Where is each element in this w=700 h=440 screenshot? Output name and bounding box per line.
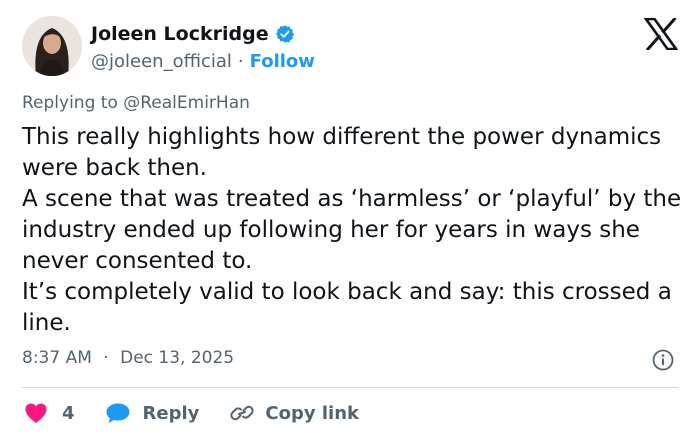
reply-button[interactable]: Reply (105, 402, 200, 424)
follow-button[interactable]: Follow (250, 51, 315, 72)
like-button[interactable]: 4 (24, 402, 75, 424)
copy-link-label: Copy link (265, 402, 359, 424)
author-name[interactable]: Joleen Lockridge (91, 23, 269, 45)
tweet-text: This really highlights how different the… (22, 122, 682, 339)
author-handle[interactable]: @joleen_official (91, 51, 232, 72)
replying-to: Replying to @RealEmirHan (22, 93, 250, 113)
tweet-header: Joleen Lockridge @joleen_official · Foll… (22, 16, 679, 80)
tweet-date: Dec 13, 2025 (120, 348, 235, 368)
avatar[interactable] (22, 16, 82, 76)
x-logo-icon[interactable] (643, 16, 679, 52)
reply-mention-link[interactable]: @RealEmirHan (123, 93, 250, 113)
reply-bubble-icon (106, 403, 130, 423)
tweet-line-3: It’s completely valid to look back and s… (22, 279, 672, 336)
tweet-time: 8:37 AM (22, 348, 92, 368)
tweet-line-1: This really highlights how different the… (22, 124, 662, 181)
tweet-timestamp[interactable]: 8:37 AM · Dec 13, 2025 (22, 348, 234, 368)
copy-link-button[interactable]: Copy link (229, 402, 359, 424)
author-name-row: Joleen Lockridge (91, 22, 295, 46)
divider (22, 387, 678, 388)
tweet-line-2: A scene that was treated as ‘harmless’ o… (22, 186, 682, 274)
separator-dot: · (237, 51, 244, 72)
heart-icon (25, 403, 47, 423)
tweet-actions: 4 Reply Copy link (24, 398, 359, 428)
like-count: 4 (62, 402, 75, 424)
author-handle-row: @joleen_official · Follow (91, 51, 315, 72)
replying-to-prefix: Replying to (22, 93, 118, 113)
verified-badge-icon (275, 24, 295, 44)
reply-label: Reply (142, 402, 200, 424)
timestamp-separator: · (103, 348, 109, 368)
info-icon[interactable] (652, 349, 674, 371)
link-icon (230, 405, 255, 421)
